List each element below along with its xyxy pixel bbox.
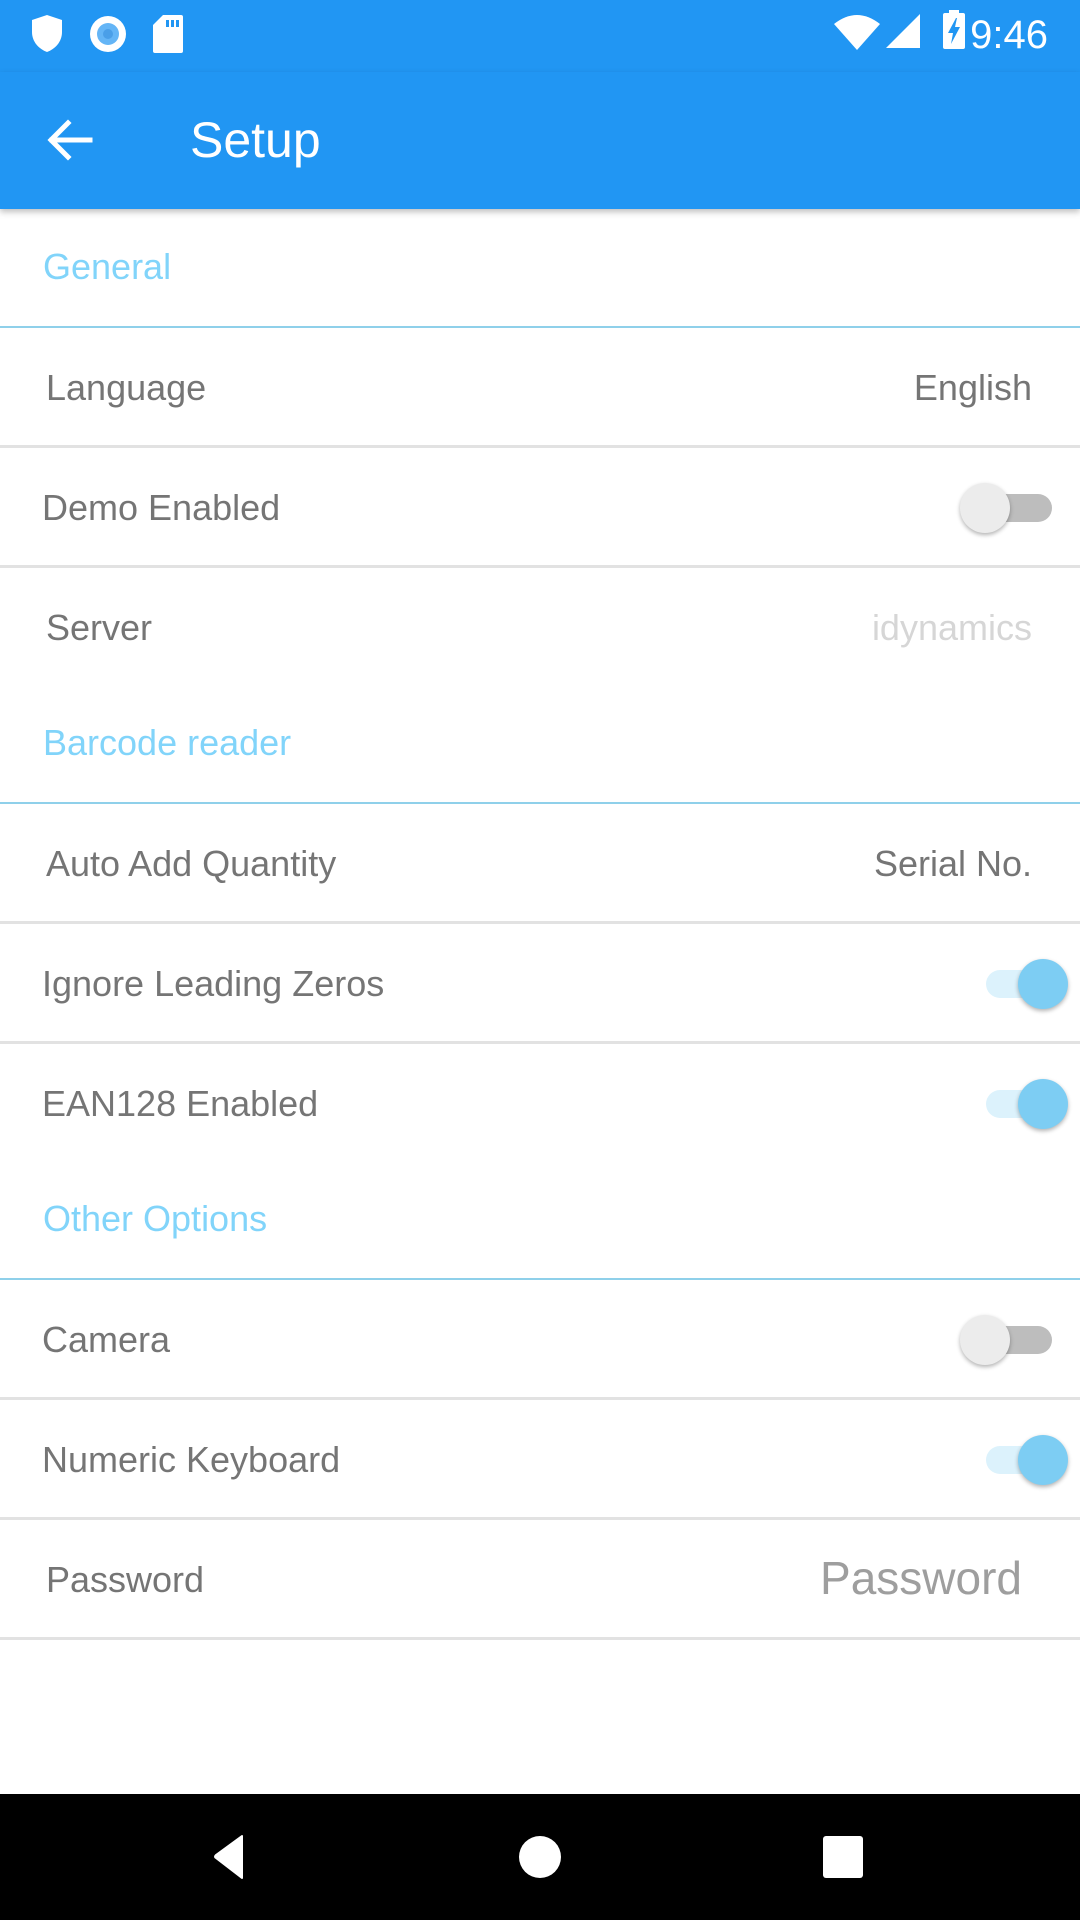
battery-charging-icon [943, 10, 965, 49]
toggle-thumb [1018, 1079, 1068, 1129]
setting-demo-enabled: Demo Enabled [0, 448, 1080, 568]
section-header-other-options: Other Options [0, 1161, 1080, 1280]
setting-camera: Camera [0, 1280, 1080, 1400]
nav-recents-button[interactable] [808, 1822, 878, 1892]
setting-numeric-keyboard: Numeric Keyboard [0, 1400, 1080, 1520]
ignore-leading-zeros-toggle[interactable] [980, 958, 1070, 1010]
section-title: General [43, 246, 172, 287]
section-title: Barcode reader [43, 722, 292, 763]
back-triangle-icon [214, 1835, 243, 1879]
setting-label: Password [46, 1559, 205, 1600]
numeric-keyboard-toggle[interactable] [980, 1434, 1070, 1486]
shield-icon [32, 15, 62, 52]
section-header-general: General [0, 209, 1080, 328]
toggle-thumb [1018, 1435, 1068, 1485]
toggle-thumb [1018, 959, 1068, 1009]
setting-language[interactable]: Language English [0, 328, 1080, 448]
password-input[interactable] [692, 1550, 1022, 1606]
section-title: Other Options [43, 1198, 268, 1239]
setting-ignore-leading-zeros: Ignore Leading Zeros [0, 924, 1080, 1044]
setting-label: Language [46, 367, 207, 408]
clock: 9:46 [970, 13, 1048, 57]
setting-label: Auto Add Quantity [46, 843, 337, 884]
setting-server[interactable]: Server idynamics [0, 568, 1080, 685]
setting-auto-add-quantity[interactable]: Auto Add Quantity Serial No. [0, 804, 1080, 924]
section-header-barcode-reader: Barcode reader [0, 685, 1080, 804]
nav-home-button[interactable] [505, 1822, 575, 1892]
server-value[interactable]: idynamics [872, 606, 1032, 650]
setting-label: Numeric Keyboard [42, 1439, 341, 1480]
language-value[interactable]: English [914, 366, 1032, 410]
toggle-thumb [960, 1315, 1010, 1365]
setting-password: Password [0, 1520, 1080, 1640]
setting-label: Camera [42, 1319, 171, 1360]
system-nav-bar [0, 1794, 1080, 1920]
back-button[interactable] [38, 108, 102, 172]
recents-square-icon [823, 1836, 863, 1878]
cell-signal-icon [886, 14, 920, 48]
setting-label: Ignore Leading Zeros [42, 963, 385, 1004]
setting-label: Server [46, 607, 153, 648]
setting-label: EAN128 Enabled [42, 1083, 319, 1124]
home-circle-icon [519, 1836, 561, 1878]
setting-label: Demo Enabled [42, 487, 281, 528]
setting-ean128-enabled: EAN128 Enabled [0, 1044, 1080, 1161]
ean128-enabled-toggle[interactable] [980, 1078, 1070, 1130]
page-title: Setup [190, 112, 321, 168]
status-bar: 9:46 [0, 0, 1080, 72]
settings-list: General Language English Demo Enabled Se… [0, 209, 1080, 1640]
toggle-thumb [960, 483, 1010, 533]
circle-record-icon [90, 16, 126, 52]
camera-toggle[interactable] [960, 1314, 1052, 1366]
app-bar: Setup [0, 72, 1080, 209]
demo-enabled-toggle[interactable] [960, 482, 1052, 534]
sd-card-icon [153, 15, 183, 53]
nav-back-button[interactable] [200, 1822, 270, 1892]
wifi-icon [834, 15, 880, 50]
auto-add-quantity-value[interactable]: Serial No. [874, 842, 1032, 886]
arrow-back-icon [47, 119, 93, 161]
